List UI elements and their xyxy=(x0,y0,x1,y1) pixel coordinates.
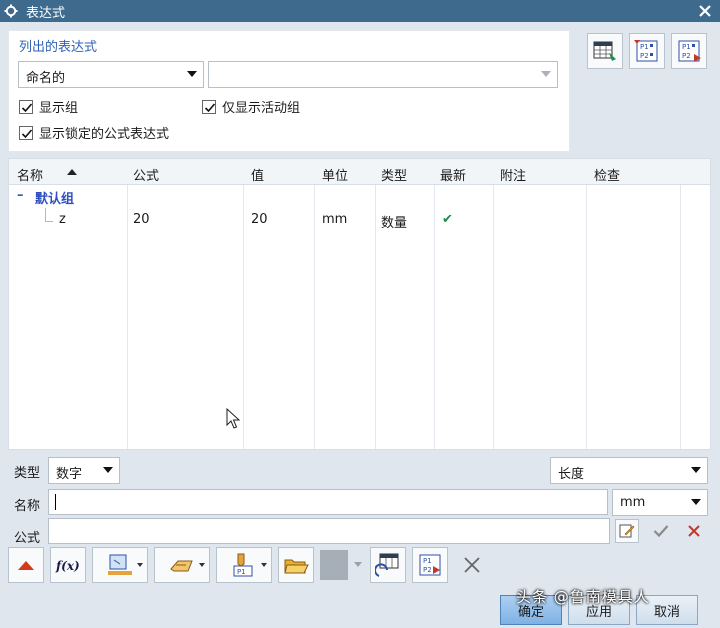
top-icon-toolbar: P1 P2 P1 P2 xyxy=(587,33,707,69)
expression-editor: 类型 数字 长度 名称 mm 公式 xyxy=(8,452,711,546)
column-header-check[interactable]: 检查 xyxy=(594,165,620,184)
export-parameters-icon[interactable]: P1 P2 xyxy=(671,33,707,69)
mouse-pointer-icon xyxy=(226,407,242,434)
type-select[interactable]: 数字 xyxy=(48,457,120,484)
text-cursor xyxy=(55,494,56,510)
spreadsheet-edit-icon[interactable] xyxy=(587,33,623,69)
section-title: 列出的表达式 xyxy=(19,40,98,55)
listed-expressions-panel: 列出的表达式 命名的 显示组 仅显示活动组 显示锁定的公式表达式 xyxy=(8,30,570,152)
show-groups-checkbox[interactable]: 显示组 xyxy=(19,97,78,116)
show-groups-label: 显示组 xyxy=(39,101,79,116)
reference-icon[interactable] xyxy=(154,547,210,583)
expressions-table[interactable]: 名称 公式 值 单位 类型 最新 附注 检查 – 默认组 z 20 20 mm … xyxy=(8,158,711,450)
edit-formula-icon[interactable] xyxy=(615,519,639,543)
column-header-formula[interactable]: 公式 xyxy=(133,165,159,184)
formula-label: 公式 xyxy=(14,531,41,546)
svg-text:P1: P1 xyxy=(682,43,691,51)
watermark: 头条 @鲁南模具人 xyxy=(516,588,650,606)
column-header-comment[interactable]: 附注 xyxy=(500,165,526,184)
list-mode-value: 命名的 xyxy=(26,71,66,86)
chevron-down-icon xyxy=(261,563,267,567)
cell-unit: mm xyxy=(322,212,348,227)
disabled-square-icon xyxy=(320,550,348,580)
uptodate-check-icon: ✔ xyxy=(442,212,453,227)
chevron-down-icon xyxy=(103,467,113,473)
group-name: 默认组 xyxy=(35,192,75,207)
type-label: 类型 xyxy=(14,466,41,481)
chevron-down-icon xyxy=(187,71,197,77)
create-parameter-icon[interactable]: P1 xyxy=(216,547,272,583)
measure-icon[interactable] xyxy=(92,547,148,583)
dimension-value: 长度 xyxy=(558,467,585,482)
show-locked-formula-checkbox[interactable]: 显示锁定的公式表达式 xyxy=(19,123,169,142)
function-icon[interactable]: f(x) xyxy=(50,547,86,583)
svg-text:f(x): f(x) xyxy=(55,559,80,573)
cell-formula: 20 xyxy=(133,212,150,227)
active-group-only-checkbox[interactable]: 仅显示活动组 xyxy=(202,97,300,116)
show-locked-formula-label: 显示锁定的公式表达式 xyxy=(39,127,170,142)
svg-text:P2: P2 xyxy=(423,566,432,574)
cell-type: 数量 xyxy=(381,216,408,231)
checkbox-checked-icon xyxy=(19,99,33,114)
close-icon[interactable] xyxy=(696,0,714,22)
delete-x-icon[interactable] xyxy=(454,547,490,583)
formula-input[interactable] xyxy=(48,518,610,544)
column-header-value[interactable]: 值 xyxy=(251,165,264,184)
name-input[interactable] xyxy=(48,489,608,515)
svg-text:P2: P2 xyxy=(682,52,691,60)
move-up-icon[interactable] xyxy=(8,547,44,583)
filter-text-combo[interactable] xyxy=(208,61,558,88)
sort-ascending-icon xyxy=(67,169,77,175)
unit-value: mm xyxy=(620,495,646,510)
svg-text:P1: P1 xyxy=(423,557,432,565)
gear-icon[interactable] xyxy=(0,0,22,22)
dimension-select[interactable]: 长度 xyxy=(550,457,708,484)
group-row-default[interactable]: – 默认组 xyxy=(9,186,710,208)
title-bar: 表达式 xyxy=(0,0,720,22)
unit-select[interactable]: mm xyxy=(612,489,708,516)
type-value: 数字 xyxy=(56,467,83,482)
column-header-uptodate[interactable]: 最新 xyxy=(440,165,466,184)
table-row[interactable]: z 20 20 mm 数量 ✔ xyxy=(9,209,710,233)
reject-x-icon[interactable] xyxy=(682,519,706,543)
expression-toolbar: f(x) P1 P1 P2 xyxy=(8,545,490,585)
parameter-export-icon[interactable]: P1 P2 xyxy=(412,547,448,583)
cell-name: z xyxy=(59,212,66,227)
svg-text:P2: P2 xyxy=(640,52,649,60)
chevron-down-icon xyxy=(137,563,143,567)
svg-text:P1: P1 xyxy=(237,568,246,576)
accept-check-icon[interactable] xyxy=(649,519,673,543)
checkbox-checked-icon xyxy=(19,125,33,140)
collapse-toggle-icon[interactable]: – xyxy=(17,188,24,203)
list-mode-select[interactable]: 命名的 xyxy=(18,61,204,88)
import-parameters-icon[interactable]: P1 P2 xyxy=(629,33,665,69)
chevron-down-icon xyxy=(199,563,205,567)
name-label: 名称 xyxy=(14,499,41,514)
open-folder-icon[interactable] xyxy=(278,547,314,583)
chevron-down-icon xyxy=(541,71,551,77)
spreadsheet-refresh-icon[interactable] xyxy=(370,547,406,583)
checkbox-checked-icon xyxy=(202,99,216,114)
chevron-down-icon xyxy=(691,499,701,505)
window-title: 表达式 xyxy=(26,5,66,21)
chevron-down-icon xyxy=(691,467,701,473)
cell-value: 20 xyxy=(251,212,268,227)
column-header-unit[interactable]: 单位 xyxy=(322,165,348,184)
column-header-name[interactable]: 名称 xyxy=(17,165,43,184)
active-group-only-label: 仅显示活动组 xyxy=(222,101,301,116)
column-header-type[interactable]: 类型 xyxy=(381,165,407,184)
chevron-down-icon xyxy=(352,547,364,583)
table-header: 名称 公式 值 单位 类型 最新 附注 检查 xyxy=(9,159,710,185)
svg-text:P1: P1 xyxy=(640,43,649,51)
